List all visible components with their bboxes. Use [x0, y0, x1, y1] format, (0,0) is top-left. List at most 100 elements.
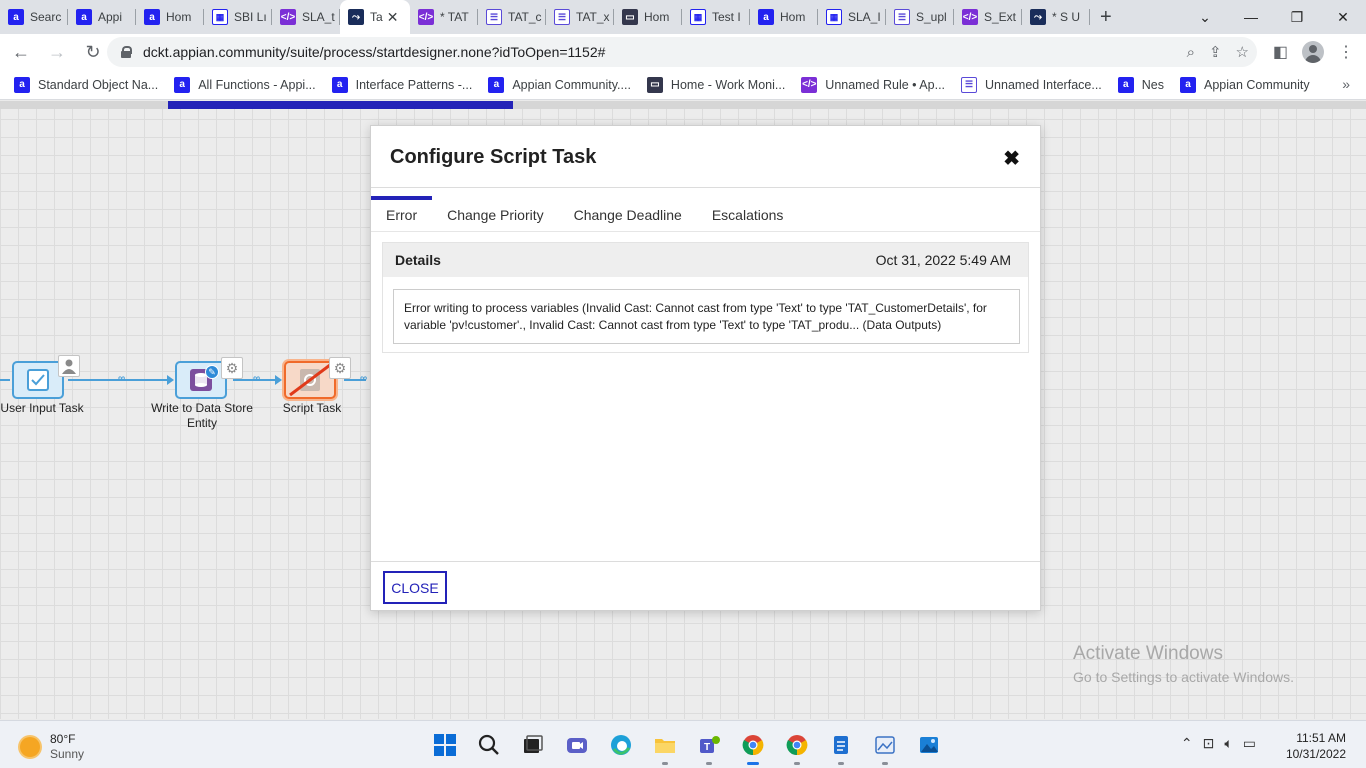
tab-escalations[interactable]: Escalations [697, 196, 799, 234]
browser-toolbar: ← → ↻ dckt.appian.community/suite/proces… [0, 34, 1366, 70]
bookmark-item[interactable]: a Appian Community.... [488, 76, 631, 93]
task-view-icon[interactable] [516, 729, 550, 761]
browser-tab[interactable]: ☰ TAT_c [478, 0, 546, 34]
close-button[interactable]: CLOSE [383, 571, 447, 604]
browser-tab[interactable]: ▦ SLA_I [818, 0, 886, 34]
tab-search-icon[interactable]: ⌄ [1182, 0, 1228, 34]
user-input-task-node[interactable] [12, 361, 64, 399]
bookmark-item[interactable]: ▭ Home - Work Moni... [646, 76, 785, 93]
appian-a-icon: a [14, 76, 30, 93]
activate-windows-subtitle: Go to Settings to activate Windows. [1073, 669, 1294, 685]
browser-tab[interactable]: a Hom [136, 0, 204, 34]
close-window-icon[interactable]: ✕ [1320, 0, 1366, 34]
browser-tab[interactable]: ☰ TAT_x [546, 0, 614, 34]
appian-a-icon: a [1117, 76, 1134, 93]
sun-icon [20, 737, 40, 757]
bookmark-item[interactable]: a All Functions - Appi... [174, 76, 316, 93]
chevron-up-icon[interactable]: ⌃ [1181, 735, 1193, 752]
clock-time: 11:51 AM [1296, 731, 1346, 745]
divider [371, 187, 1040, 188]
node-label: User Input Task [0, 401, 84, 415]
weather-widget[interactable]: 80°F Sunny [20, 732, 84, 762]
temperature: 80°F [50, 732, 76, 746]
browser-tab[interactable]: ▭ Hom [614, 0, 682, 34]
browser-tab[interactable]: a Hom [750, 0, 818, 34]
browser-tab[interactable]: a Appi [68, 0, 136, 34]
browser-tab-active[interactable]: ⤳ Ta ✕ [340, 0, 410, 34]
error-details-panel: Details Oct 31, 2022 5:49 AM Error writi… [382, 242, 1029, 353]
tab-change-priority[interactable]: Change Priority [432, 196, 559, 234]
new-tab-icon[interactable]: + [1100, 6, 1112, 29]
grid-icon: ▦ [212, 9, 228, 25]
user-assignee-icon[interactable] [58, 355, 80, 377]
more-bookmarks-icon[interactable]: » [1342, 76, 1350, 92]
browser-tab[interactable]: </> * TAT [410, 0, 478, 34]
write-to-data-store-node[interactable] [175, 361, 227, 399]
volume-icon[interactable]: 🔈︎ [1224, 735, 1232, 752]
details-label: Details [395, 252, 441, 268]
photos-icon[interactable] [912, 729, 946, 761]
node-label: Write to Data Store Entity [151, 401, 253, 430]
forward-arrow-icon[interactable]: → [42, 37, 72, 67]
weather-condition: Sunny [50, 747, 85, 761]
bookmark-item[interactable]: a Standard Object Na... [14, 76, 158, 93]
activate-windows-title: Activate Windows [1073, 643, 1223, 664]
code-icon: </> [418, 9, 434, 25]
appian-a-icon: a [174, 76, 191, 93]
windows-taskbar: 80°F Sunny T ⌃ ⊡ 🔈︎ ▭ 11:51 AM 10/31/202… [0, 720, 1366, 768]
browser-tab[interactable]: ▦ Test I [682, 0, 750, 34]
bookmark-star-icon[interactable]: ☆ [1236, 43, 1249, 61]
notepad-icon[interactable] [824, 729, 858, 765]
side-panel-icon[interactable]: ◧ [1273, 42, 1288, 62]
menu-kebab-icon[interactable]: ⋮ [1338, 42, 1354, 62]
browser-tab[interactable]: </> S_Ext [954, 0, 1022, 34]
appian-a-icon: a [758, 9, 774, 25]
browser-tab[interactable]: ▦ SBI Lı [204, 0, 272, 34]
minimize-icon[interactable]: — [1228, 0, 1274, 34]
link-icon: ∞ [118, 373, 126, 384]
snipping-tool-icon[interactable] [868, 729, 902, 765]
gear-icon[interactable]: ⚙ [221, 357, 243, 379]
bookmark-item[interactable]: </> Unnamed Rule • Ap... [801, 76, 945, 93]
error-timestamp: Oct 31, 2022 5:49 AM [875, 252, 1011, 268]
url-text: dckt.appian.community/suite/process/star… [143, 44, 606, 60]
bookmark-item[interactable]: a Nes [1117, 76, 1164, 93]
taskbar-clock[interactable]: 11:51 AM 10/31/2022 [1286, 730, 1346, 762]
start-windows-icon[interactable] [428, 729, 462, 761]
lock-icon [121, 46, 132, 58]
search-icon[interactable] [472, 729, 506, 761]
bookmark-item[interactable]: a Interface Patterns -... [331, 76, 472, 93]
back-arrow-icon[interactable]: ← [6, 37, 36, 67]
browser-tab[interactable]: ⤳ * S U [1022, 0, 1090, 34]
grid-icon: ▦ [690, 9, 706, 25]
profile-avatar-icon[interactable] [1302, 41, 1324, 63]
gear-icon[interactable]: ⚙ [329, 357, 351, 379]
meet-video-icon[interactable] [560, 729, 594, 761]
reload-icon[interactable]: ↻ [78, 37, 108, 67]
dialog-tabs: Error Change Priority Change Deadline Es… [371, 196, 798, 234]
flow-connector [0, 379, 10, 381]
browser-tab[interactable]: a Searc [0, 0, 68, 34]
network-icon[interactable]: ⊡ [1203, 735, 1215, 752]
share-icon[interactable]: ⇪ [1209, 43, 1222, 61]
browser-tab[interactable]: ☰ S_upl [886, 0, 954, 34]
bookmark-item[interactable]: ☰ Unnamed Interface... [961, 76, 1102, 93]
restore-icon[interactable]: ❐ [1274, 0, 1320, 34]
bookmark-item[interactable]: a Appian Community [1180, 76, 1310, 93]
appian-a-icon: a [331, 76, 348, 93]
loading-strip-fill [168, 101, 513, 109]
close-icon[interactable]: ✖ [1003, 146, 1020, 171]
svg-text:T: T [704, 742, 710, 753]
chrome-icon[interactable] [736, 729, 770, 765]
battery-icon[interactable]: ▭ [1243, 735, 1256, 752]
edge-browser-icon[interactable] [604, 729, 638, 761]
tab-change-deadline[interactable]: Change Deadline [559, 196, 697, 234]
teams-icon[interactable]: T [692, 729, 726, 765]
browser-tab[interactable]: </> SLA_t [272, 0, 340, 34]
chrome-icon[interactable] [780, 729, 814, 765]
zoom-icon[interactable]: ⌕ [1187, 44, 1195, 61]
close-tab-icon[interactable]: ✕ [387, 9, 399, 26]
address-bar[interactable]: dckt.appian.community/suite/process/star… [107, 37, 1257, 67]
tab-error[interactable]: Error [371, 196, 433, 234]
file-explorer-icon[interactable] [648, 729, 682, 765]
